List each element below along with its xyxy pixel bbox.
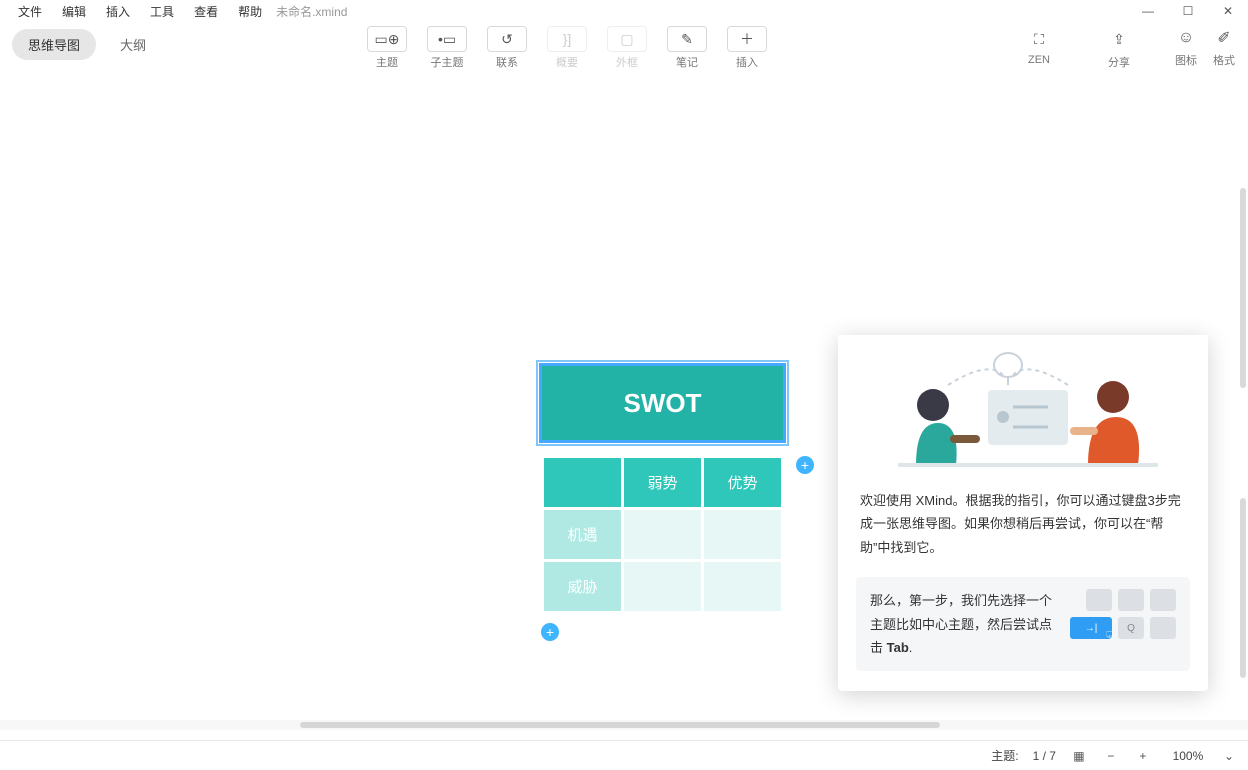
window-minimize-button[interactable]: —	[1128, 0, 1168, 22]
minimap-icon[interactable]: ▦	[1070, 749, 1088, 763]
toolbar-subtopic[interactable]: •▭ 子主题	[422, 26, 472, 70]
toolbar-sticker[interactable]: ☺ 图标	[1174, 26, 1198, 68]
menu-view[interactable]: 查看	[184, 1, 228, 22]
toolbar-summary: }] 概要	[542, 26, 592, 70]
toolbar-format[interactable]: ✐ 格式	[1212, 26, 1236, 68]
horizontal-scrollbar-thumb[interactable]	[300, 722, 940, 728]
central-topic[interactable]: SWOT	[539, 363, 786, 443]
toolbar-insert[interactable]: ＋ 插入	[722, 26, 772, 70]
matrix-cell-2-2[interactable]	[703, 561, 783, 613]
smiley-icon: ☺	[1178, 29, 1194, 47]
toolbar-relation[interactable]: ↺ 联系	[482, 26, 532, 70]
toolbar-note[interactable]: ✎ 笔记	[662, 26, 712, 70]
tutorial-mini-keyboard: →| ☟ Q	[1070, 589, 1176, 659]
matrix-cell-1-2[interactable]	[703, 509, 783, 561]
note-icon: ✎	[681, 31, 693, 48]
summary-icon: }]	[563, 31, 572, 47]
toolbar-boundary: ▢ 外框	[602, 26, 652, 70]
vertical-scrollbar-2[interactable]	[1240, 498, 1246, 678]
tutorial-text: 欢迎使用 XMind。根据我的指引，你可以通过键盘3步完成一张思维导图。如果你想…	[838, 475, 1208, 569]
toolbar-topic[interactable]: ▭⊕ 主题	[362, 26, 412, 70]
keycap-tab: →| ☟	[1070, 617, 1112, 639]
tutorial-tip-text: 那么，第一步，我们先选择一个主题比如中心主题，然后尝试点击 Tab.	[870, 589, 1060, 659]
matrix-cell-2-1[interactable]	[623, 561, 703, 613]
matrix-row-2[interactable]: 威胁	[543, 561, 623, 613]
zoom-out-button[interactable]: −	[1102, 749, 1120, 763]
menu-edit[interactable]: 编辑	[52, 1, 96, 22]
toolbar-zen[interactable]: ⛶ ZEN	[1014, 26, 1064, 70]
toolbar-share[interactable]: ⇪ 分享	[1094, 26, 1144, 70]
window-close-button[interactable]: ✕	[1208, 0, 1248, 22]
plus-icon: ＋	[740, 29, 754, 49]
toolbar-share-label: 分享	[1108, 54, 1130, 70]
swot-matrix[interactable]: 弱势 优势 机遇 威胁	[539, 453, 786, 616]
share-icon: ⇪	[1113, 31, 1125, 48]
toolbar-topic-label: 主题	[376, 54, 398, 70]
toolbar-subtopic-label: 子主题	[431, 54, 464, 70]
menu-file[interactable]: 文件	[8, 1, 52, 22]
toolbar-format-label: 格式	[1213, 52, 1235, 68]
boundary-icon: ▢	[620, 31, 633, 48]
toolbar-zen-label: ZEN	[1028, 54, 1050, 66]
status-bar: 主题: 1 / 7 ▦ − + 100% ⌄	[0, 740, 1248, 770]
tab-mindmap[interactable]: 思维导图	[12, 29, 96, 60]
toolbar-boundary-label: 外框	[616, 54, 638, 70]
keycap-blank	[1150, 589, 1176, 611]
window-controls: — ☐ ✕	[1128, 0, 1248, 22]
horizontal-scrollbar-track[interactable]	[0, 720, 1248, 730]
toolbar-sticker-label: 图标	[1175, 52, 1197, 68]
matrix-col-2[interactable]: 优势	[703, 457, 783, 509]
keycap-blank	[1150, 617, 1176, 639]
toolbar-note-label: 笔记	[676, 54, 698, 70]
document-filename: 未命名.xmind	[276, 3, 347, 20]
add-row-button[interactable]: +	[541, 623, 559, 641]
relation-icon: ↺	[501, 31, 513, 48]
window-maximize-button[interactable]: ☐	[1168, 0, 1208, 22]
keycap-blank	[1086, 589, 1112, 611]
tab-outline[interactable]: 大纲	[104, 29, 162, 60]
status-topic-label: 主题:	[991, 747, 1018, 764]
status-topic-count: 1 / 7	[1033, 749, 1056, 763]
menu-help[interactable]: 帮助	[228, 1, 272, 22]
topic-icon: ▭⊕	[375, 31, 400, 48]
zoom-in-button[interactable]: +	[1134, 749, 1152, 763]
menu-tools[interactable]: 工具	[140, 1, 184, 22]
keycap-blank	[1118, 589, 1144, 611]
matrix-cell-1-1[interactable]	[623, 509, 703, 561]
central-topic-text: SWOT	[624, 388, 702, 419]
matrix-row-1[interactable]: 机遇	[543, 509, 623, 561]
toolbar: 思维导图 大纲 ▭⊕ 主题 •▭ 子主题 ↺ 联系 }] 概要 ▢ 外框 ✎ 笔…	[0, 22, 1248, 76]
zoom-percentage[interactable]: 100%	[1166, 749, 1210, 763]
menu-insert[interactable]: 插入	[96, 1, 140, 22]
keycap-q: Q	[1118, 617, 1144, 639]
zen-icon: ⛶	[1034, 31, 1044, 48]
tutorial-tip-box: 那么，第一步，我们先选择一个主题比如中心主题，然后尝试点击 Tab. →| ☟ …	[856, 577, 1190, 671]
subtopic-icon: •▭	[438, 31, 456, 48]
zoom-dropdown-icon[interactable]: ⌄	[1224, 749, 1234, 763]
menu-bar: 文件 编辑 插入 工具 查看 帮助 未命名.xmind	[0, 0, 1248, 22]
toolbar-insert-label: 插入	[736, 54, 758, 70]
toolbar-summary-label: 概要	[556, 54, 578, 70]
tutorial-illustration	[838, 335, 1208, 475]
toolbar-relation-label: 联系	[496, 54, 518, 70]
brush-icon: ✐	[1217, 28, 1230, 48]
matrix-corner[interactable]	[543, 457, 623, 509]
matrix-col-1[interactable]: 弱势	[623, 457, 703, 509]
add-column-button[interactable]: +	[796, 456, 814, 474]
vertical-scrollbar[interactable]	[1240, 188, 1246, 388]
cursor-hand-icon: ☟	[1105, 628, 1114, 645]
tutorial-popup: ✕ 欢迎使用 XMind。根据我的指引，你可以通过键盘3步完成一张思维导图。如果…	[838, 335, 1208, 691]
